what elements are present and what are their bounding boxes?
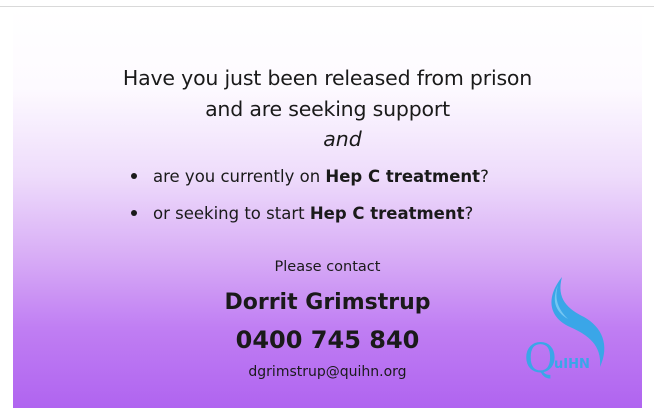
conjunction-text: and (323, 127, 362, 151)
bullet-emphasis: Hep C treatment (309, 204, 465, 223)
screenshot-frame: Have you just been released from prison … (0, 0, 654, 416)
right-margin (642, 8, 654, 416)
support-flyer: Have you just been released from prison … (13, 8, 642, 408)
logo-initial: Q (524, 336, 557, 382)
quihn-logo-icon: Q uIHN (524, 277, 605, 382)
bullet-icon (131, 209, 137, 216)
bullet-suffix: ? (464, 204, 474, 223)
headline-line-2: and are seeking support (205, 97, 450, 121)
bullet-suffix: ? (480, 167, 489, 186)
bullet-prefix: are you currently on (153, 167, 326, 186)
list-item: are you currently on Hep C treatment? (131, 167, 489, 186)
top-rule (0, 0, 654, 7)
bullet-icon (131, 172, 137, 179)
logo-swoosh (551, 277, 605, 367)
bottom-margin (0, 408, 654, 416)
headline-line-1: Have you just been released from prison (122, 66, 533, 90)
bullet-prefix: or seeking to start (153, 204, 310, 223)
logo-wordmark: uIHN (554, 357, 590, 372)
list-item: or seeking to start Hep C treatment? (131, 204, 473, 223)
bullet-emphasis: Hep C treatment (325, 167, 481, 186)
